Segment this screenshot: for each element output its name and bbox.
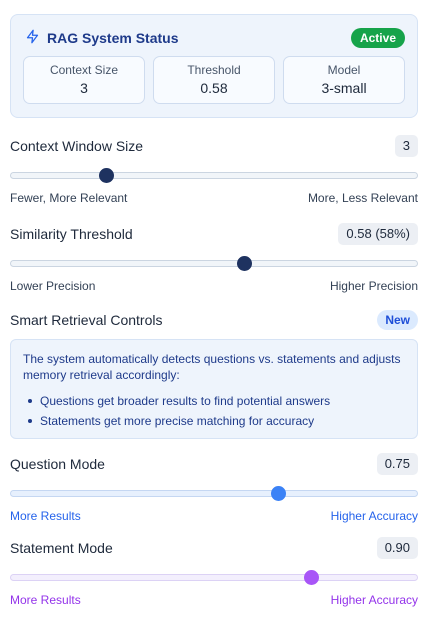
context-window-min-label: Fewer, More Relevant <box>10 191 128 205</box>
smart-retrieval-description: The system automatically detects questio… <box>23 352 401 382</box>
statement-mode-thumb[interactable] <box>303 570 319 585</box>
stat-label: Model <box>327 63 361 77</box>
list-item: Statements get more precise matching for… <box>23 411 405 431</box>
statement-mode-label: Statement Mode <box>10 540 113 556</box>
similarity-max-label: Higher Precision <box>329 279 418 293</box>
similarity-min-label: Lower Precision <box>10 279 96 293</box>
similarity-thumb[interactable] <box>236 256 252 271</box>
similarity-label: Similarity Threshold <box>10 226 133 242</box>
smart-retrieval-list: Questions get broader results to find po… <box>23 391 405 431</box>
list-item: Questions get broader results to find po… <box>23 391 405 411</box>
stat-context-size: Context Size 3 <box>23 56 145 104</box>
question-mode-thumb[interactable] <box>271 486 287 501</box>
status-title-text: RAG System Status <box>47 30 179 46</box>
smart-retrieval-info: The system automatically detects questio… <box>10 339 418 439</box>
rag-status-card: RAG System Status Active Context Size 3 … <box>10 14 418 118</box>
stat-model: Model 3-small <box>283 56 405 104</box>
stat-value: 3 <box>80 80 88 96</box>
status-badge: Active <box>350 28 405 48</box>
statement-mode-value: 0.90 <box>376 537 418 559</box>
new-badge: New <box>377 310 418 330</box>
stat-label: Threshold <box>187 63 241 77</box>
similarity-slider[interactable] <box>10 256 418 271</box>
question-mode-slider[interactable] <box>10 486 418 501</box>
lightning-icon <box>25 29 40 47</box>
context-window-slider[interactable] <box>10 168 418 183</box>
context-window-thumb[interactable] <box>98 168 114 183</box>
statement-mode-slider[interactable] <box>10 570 418 585</box>
question-mode-value: 0.75 <box>376 453 418 475</box>
question-mode-max-label: Higher Accuracy <box>330 509 418 523</box>
stat-label: Context Size <box>49 63 119 77</box>
statement-mode-max-label: Higher Accuracy <box>330 593 418 607</box>
context-window-label: Context Window Size <box>10 138 144 154</box>
statement-mode-min-label: More Results <box>10 593 81 607</box>
status-title: RAG System Status <box>25 29 178 47</box>
stat-value: 3-small <box>321 80 367 96</box>
similarity-value: 0.58 (58%) <box>338 223 418 245</box>
context-window-max-label: More, Less Relevant <box>307 191 418 205</box>
stat-threshold: Threshold 0.58 <box>153 56 275 104</box>
question-mode-min-label: More Results <box>10 509 81 523</box>
context-window-value: 3 <box>394 135 418 157</box>
smart-retrieval-label: Smart Retrieval Controls <box>10 312 163 328</box>
question-mode-label: Question Mode <box>10 456 105 472</box>
stat-value: 0.58 <box>200 80 228 96</box>
